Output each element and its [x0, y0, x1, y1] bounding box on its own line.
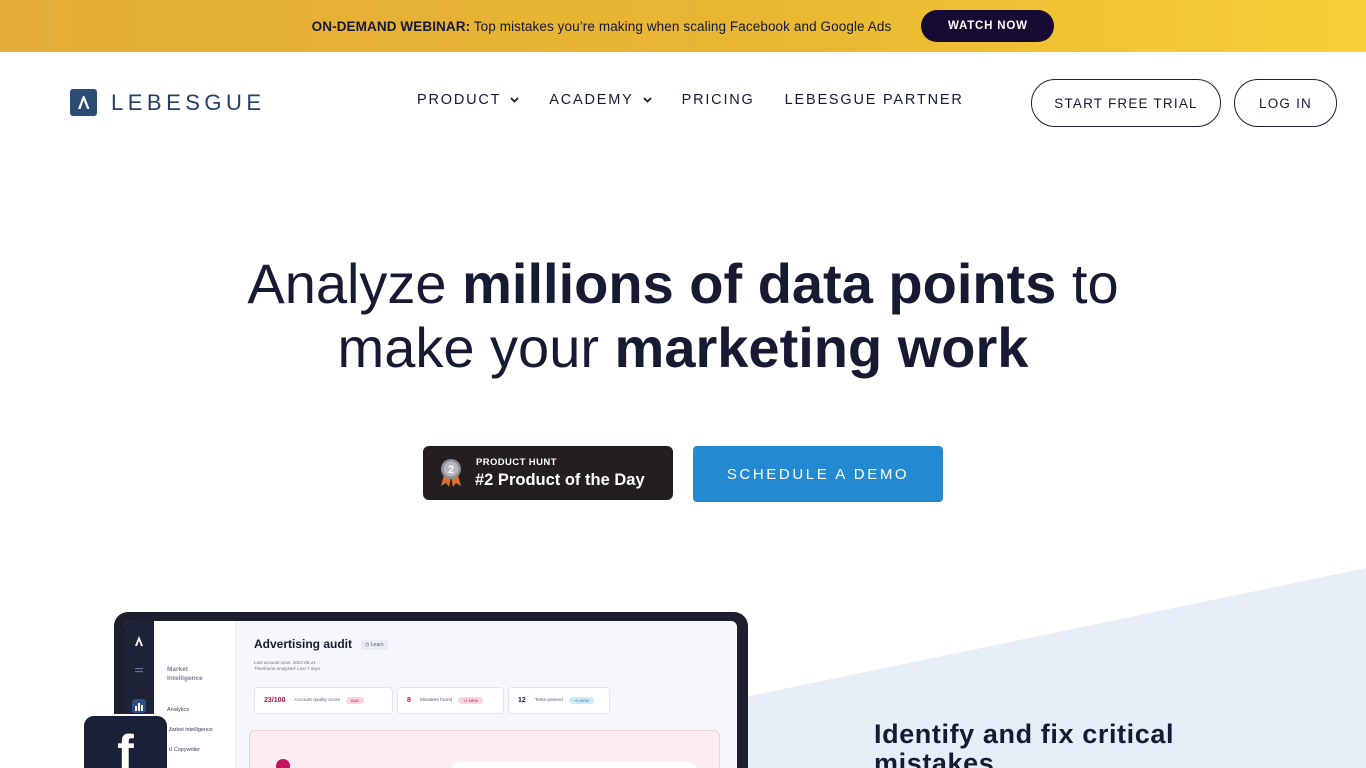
hero-text: to	[1056, 252, 1119, 315]
nav-item-academy[interactable]: ACADEMY	[549, 92, 652, 108]
hero-text: Analyze	[247, 252, 463, 315]
learn-chip[interactable]: ◷ Learn	[361, 640, 388, 650]
watch-now-button[interactable]: WATCH NOW	[921, 10, 1055, 42]
sidebar-item-analytics[interactable]: Analytics	[167, 707, 189, 713]
chevron-down-icon	[510, 97, 519, 103]
mistakes-card: 8 Mistakes found +1 NEW	[397, 687, 504, 714]
product-hunt-badge[interactable]: 2 PRODUCT HUNT #2 Product of the Day	[423, 446, 673, 500]
sidebar-item-ai-copywriter[interactable]: AI Copywriter	[167, 747, 200, 753]
hero-text-strong: marketing work	[614, 316, 1029, 379]
card-value: 12	[518, 697, 526, 704]
tests-card: 12 Tests passed +3 NEW	[508, 687, 610, 714]
card-tag: +1 NEW	[458, 697, 484, 704]
logo-text: LEBESGUE	[111, 89, 266, 115]
sidebar-title-line: Intelligence	[167, 675, 203, 682]
app-meta: Last account scan: 2022-06-21 Timeframe …	[254, 660, 320, 672]
banner-text: ON-DEMAND WEBINAR: Top mistakes you’re m…	[312, 19, 892, 34]
card-label: Mistakes found	[419, 698, 453, 703]
sidebar-title: Market Intelligence	[167, 665, 203, 683]
nav-item-product[interactable]: PRODUCT	[417, 92, 519, 108]
card-label: Account quality score	[294, 698, 341, 703]
product-hunt-label: PRODUCT HUNT	[476, 457, 557, 468]
app-title: Advertising audit	[254, 637, 353, 651]
nav-item-label: PRICING	[681, 92, 755, 108]
card-value: 8	[407, 697, 411, 704]
card-label: Tests passed	[534, 698, 563, 703]
feature-heading: Identify and fix critical mistakes	[874, 719, 1175, 768]
schedule-demo-button[interactable]: SCHEDULE A DEMO	[693, 446, 943, 502]
banner-message: Top mistakes you’re making when scaling …	[470, 18, 892, 34]
logo[interactable]: LEBESGUE	[70, 89, 266, 116]
medal-icon: 2	[438, 458, 464, 493]
hero-text-strong: millions of data points	[462, 252, 1057, 315]
panel-inner-card	[450, 762, 698, 768]
sidebar-item-market-intelligence[interactable]: Market intelligence	[167, 727, 213, 733]
nav-item-lebesgue-partner[interactable]: LEBESGUE PARTNER	[785, 92, 964, 108]
meta-line: Timeframe analyzed: Last 7 days	[254, 666, 321, 671]
hero-headline: Analyze millions of data points to make …	[0, 252, 1366, 380]
hero-text: make your	[337, 316, 615, 379]
nav-item-pricing[interactable]: PRICING	[682, 92, 755, 108]
chevron-down-icon	[642, 97, 652, 103]
main-nav: PRODUCT ACADEMY PRICING LEBESGUE PARTNER	[417, 92, 994, 108]
score-card: 23/100 Account quality score BAD	[254, 687, 393, 714]
facebook-glyph: f	[117, 725, 134, 768]
app-preview-screen: Market Intelligence Analytics Market int…	[124, 621, 737, 768]
nav-item-label: PRODUCT	[417, 92, 502, 108]
log-in-button[interactable]: LOG IN	[1234, 79, 1337, 127]
card-tag: BAD	[346, 697, 365, 704]
facebook-icon: f	[82, 714, 169, 768]
card-value: 23/100	[264, 697, 286, 704]
start-free-trial-button[interactable]: START FREE TRIAL	[1031, 79, 1221, 127]
alert-icon	[276, 759, 290, 768]
product-hunt-rank: #2 Product of the Day	[475, 471, 645, 489]
lebesgue-logo-icon	[70, 89, 97, 116]
announcement-banner: ON-DEMAND WEBINAR: Top mistakes you’re m…	[0, 0, 1366, 52]
banner-label: ON-DEMAND WEBINAR:	[311, 18, 471, 34]
medal-number: 2	[448, 464, 454, 476]
nav-item-label: LEBESGUE PARTNER	[784, 92, 964, 108]
card-tag: +3 NEW	[568, 697, 594, 704]
nav-item-label: ACADEMY	[549, 92, 634, 108]
mistakes-panel	[249, 730, 720, 768]
sidebar-title-line: Market	[167, 666, 188, 673]
meta-line: Last account scan: 2022-06-21	[254, 660, 316, 665]
